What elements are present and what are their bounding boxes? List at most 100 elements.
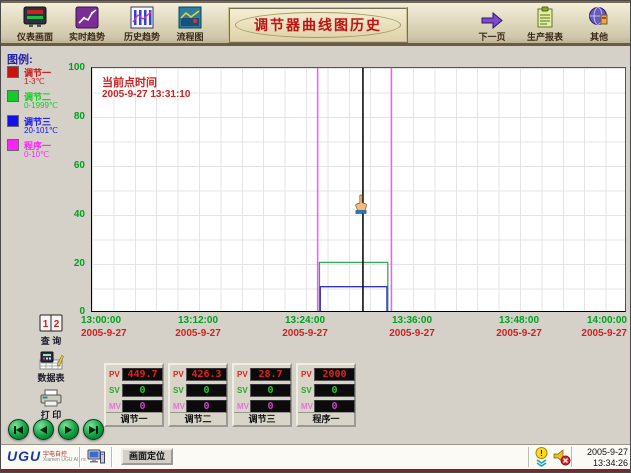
page-title: 调节器曲线图历史 [254,15,382,35]
nav-first-button[interactable] [8,419,29,440]
query-button[interactable]: 1 2 查 询 [28,314,74,347]
toolbar-item-label: 仪表画面 [6,30,64,43]
controller-panel-1: PV449.7 SV0 MV0 调节一 [104,363,164,427]
pv-readout: 28.7 [250,368,291,381]
sv-readout: 0 [186,384,227,397]
x-date-label: 2005-9-27 [487,328,551,339]
sv-label: SV [109,386,120,395]
toolbar-item-other[interactable]: 其他 [570,6,628,43]
panel-title: 调节三 [234,412,290,425]
last-bar [96,426,98,434]
computer-icon[interactable] [87,448,105,466]
plaque-oval: 调节器曲线图历史 [235,12,401,38]
other-icon [586,6,612,29]
pv-readout: 2000 [314,368,355,381]
hmi-window: 仪表画面 实时趋势 历史趋势 [0,0,631,473]
sv-readout: 0 [122,384,163,397]
legend-range: 0-1999℃ [24,101,58,110]
last-triangle [89,426,96,434]
sv-label: SV [173,386,184,395]
toolbar-item-instrument-screen[interactable]: 仪表画面 [6,6,64,43]
toolbar-item-production-report[interactable]: 生产报表 [516,6,574,43]
x-tick-label: 14:00:00 [563,315,627,326]
legend-swatch [7,139,19,151]
flow-diagram-icon [177,6,203,29]
svg-text:1: 1 [43,319,49,330]
toolbar-item-label: 生产报表 [516,30,574,43]
top-toolbar: 仪表画面 实时趋势 历史趋势 [1,1,631,46]
x-date-label: 2005-9-27 [273,328,337,339]
mv-label: MV [301,402,313,411]
muted-speaker-icon[interactable] [553,447,571,467]
pv-readout: 426.3 [186,368,227,381]
toolbar-item-label: 其他 [570,30,628,43]
toolbar-item-label: 实时趋势 [58,30,116,43]
alarm-tray-icon[interactable]: ! [534,447,549,467]
report-icon [532,6,558,29]
first-triangle [16,426,23,434]
previous-triangle [40,426,47,434]
pv-label: PV [237,370,248,379]
y-tick-label: 80 [57,111,85,122]
pv-label: PV [301,370,312,379]
nav-last-button[interactable] [83,419,104,440]
cursor-time-value: 2005-9-27 13:31:10 [102,89,190,100]
sv-readout: 0 [314,384,355,397]
hand-cursor-icon[interactable] [353,194,369,214]
x-date-label: 2005-9-27 [380,328,444,339]
x-tick-label: 13:00:00 [81,315,145,326]
toolbar-item-label: 下一页 [463,30,521,43]
x-date-label: 2005-9-27 [563,328,627,339]
controller-panel-2: PV426.3 SV0 MV0 调节二 [168,363,228,427]
legend-swatch [7,66,19,78]
toolbar-item-next-page[interactable]: 下一页 [463,6,521,43]
mv-label: MV [109,402,121,411]
status-bar: UGU 宇电自控 Xiamen UGU AI Inc 画面定位 ! 2005-9… [1,444,631,469]
controller-panel-3: PV28.7 SV0 MV0 调节三 [232,363,292,427]
print-icon [38,389,64,407]
realtime-trend-icon [74,6,100,29]
sv-label: SV [237,386,248,395]
mv-label: MV [173,402,185,411]
nav-next-button[interactable] [58,419,79,440]
x-tick-label: 13:48:00 [487,315,551,326]
panel-title: 调节二 [170,412,226,425]
controller-panel-4: PV2000 SV0 MV0 程序一 [296,363,356,427]
tool-label: 查 询 [28,334,74,347]
svg-text:!: ! [540,449,543,458]
legend-range: 20-101℃ [24,126,58,135]
nav-previous-button[interactable] [33,419,54,440]
brand-logo: UGU [7,448,41,464]
sv-label: SV [301,386,312,395]
print-button[interactable]: 打 印 [28,389,74,421]
meter-icon [22,6,48,29]
pv-readout: 449.7 [122,368,163,381]
toolbar-item-label: 流程图 [161,30,219,43]
toolbar-item-flow-diagram[interactable]: 流程图 [161,6,219,43]
legend-item: 程序一 0-10℃ [7,138,89,162]
legend-item: 调节二 0-1999℃ [7,89,89,113]
y-tick-label: 100 [57,62,85,73]
separator [79,447,81,467]
y-tick-label: 20 [57,258,85,269]
data-table-icon [38,351,64,370]
next-page-icon [479,6,505,29]
toolbar-item-realtime-trend[interactable]: 实时趋势 [58,6,116,43]
y-tick-label: 60 [57,160,85,171]
trend-chart-plot[interactable]: 当前点时间 2005-9-27 13:31:10 [91,67,626,312]
sv-readout: 0 [250,384,291,397]
data-table-button[interactable]: 数据表 [28,351,74,384]
svg-text:2: 2 [54,319,60,330]
screen-locate-button[interactable]: 画面定位 [121,448,173,465]
separator [111,447,113,467]
history-trend-icon [129,6,155,29]
legend-swatch [7,115,19,127]
status-date: 2005-9-27 [574,447,628,457]
legend-range: 0-10℃ [24,150,49,159]
pv-label: PV [109,370,120,379]
x-date-label: 2005-9-27 [166,328,230,339]
next-triangle [65,426,72,434]
query-icon: 1 2 [39,314,63,333]
page-title-plaque: 调节器曲线图历史 [228,7,408,43]
panel-title: 调节一 [106,412,162,425]
